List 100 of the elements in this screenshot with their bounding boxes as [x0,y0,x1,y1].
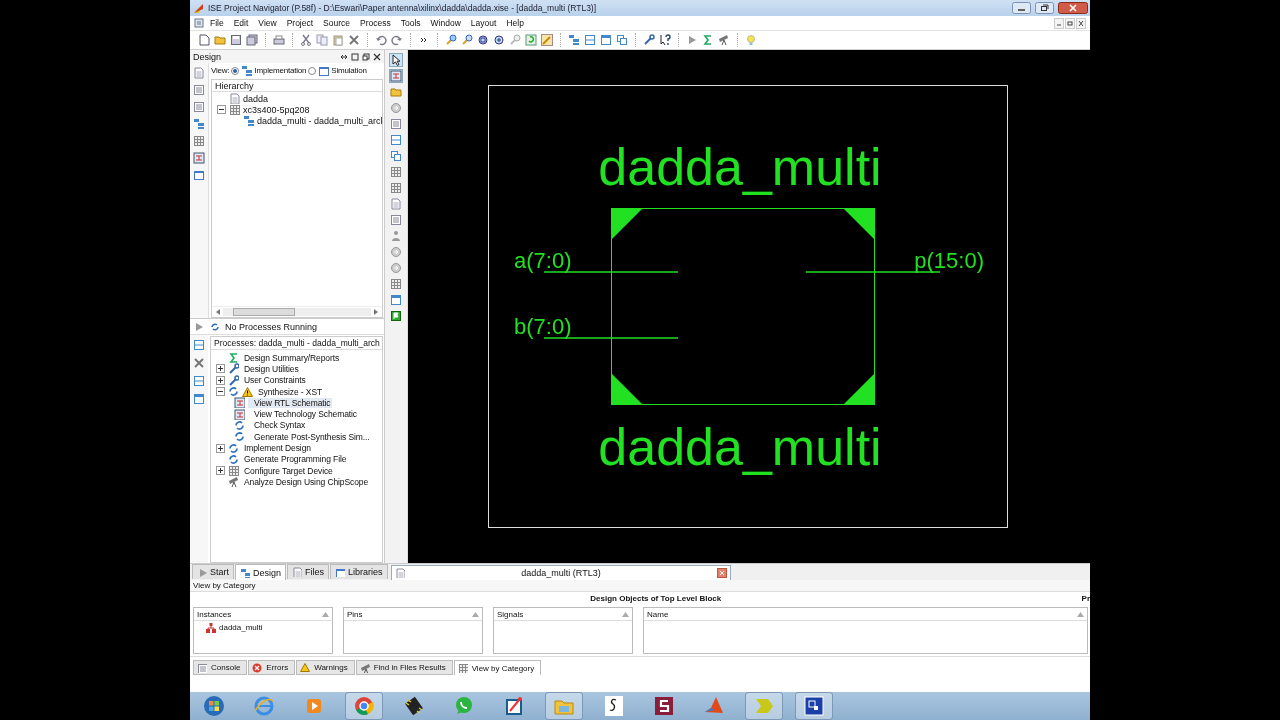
circle-arrow-icon[interactable] [390,262,402,274]
minimize-icon[interactable] [1012,2,1031,14]
list-item[interactable]: dadda_multi [219,623,263,632]
grid-icon[interactable] [390,278,402,290]
pan-icon[interactable] [509,34,521,46]
radio-button[interactable] [231,66,240,75]
copy-icon[interactable] [316,34,328,46]
console-tab[interactable]: Warnings [296,660,355,675]
app-icon[interactable] [653,695,675,717]
split-icon[interactable] [584,34,596,46]
column-header[interactable]: Instances [197,609,322,619]
tree-item[interactable]: Configure Target Device [242,465,335,476]
drawing-icon[interactable] [503,695,525,717]
tree-item[interactable]: View RTL Schematic [248,397,333,408]
window-icon[interactable] [600,34,612,46]
sort-icon[interactable] [1077,611,1084,617]
zoom-in-icon[interactable] [445,34,457,46]
document-tab[interactable]: dadda_multi (RTL3) [391,565,731,580]
horizontal-scrollbar[interactable] [212,306,382,317]
maximize-icon[interactable] [351,52,359,61]
menu-item[interactable]: Project [282,18,318,28]
close-icon[interactable] [1058,2,1088,14]
radio-button[interactable] [308,66,317,75]
document-menu-icon[interactable] [194,18,204,28]
zoom-area-icon[interactable] [493,34,505,46]
window-icon[interactable] [390,294,402,306]
panel-tab[interactable]: Design [235,564,287,580]
list-icon[interactable] [390,214,402,226]
minimize-icon[interactable] [1054,17,1064,29]
expand-icon[interactable] [216,443,225,453]
circle-arrow-icon[interactable] [390,246,402,258]
tree-item[interactable]: dadda [243,93,269,104]
column-header[interactable]: Pins [347,609,472,619]
print-icon[interactable] [273,34,285,46]
circle-arrow-icon[interactable] [390,102,402,114]
app-icon[interactable] [803,695,825,717]
telescope-icon[interactable] [718,34,730,46]
tree-item[interactable]: Analyze Design Using ChipScope [242,476,371,487]
tree-item[interactable]: dadda_multi - dadda_multi_arcl [257,115,382,126]
split-icon[interactable] [390,134,402,146]
pencil-icon[interactable] [541,34,553,46]
undo-icon[interactable] [375,34,387,46]
menu-item[interactable]: Source [319,18,355,28]
list-icon[interactable] [193,84,205,96]
grid-icon[interactable] [193,135,205,147]
sigma-icon[interactable] [702,34,714,46]
column-header[interactable]: Name [647,609,1077,619]
view-option[interactable]: Implementation [254,66,307,75]
expand-icon[interactable] [216,466,225,476]
save-all-icon[interactable] [246,34,258,46]
list-icon[interactable] [390,118,402,130]
lightbulb-icon[interactable] [745,34,757,46]
paste-icon[interactable] [332,34,344,46]
split-icon[interactable] [193,375,205,387]
zoom-out-icon[interactable] [461,34,473,46]
table-icon[interactable] [193,169,205,181]
column-header[interactable]: Signals [497,609,622,619]
float-icon[interactable] [362,52,370,61]
help-icon[interactable] [659,34,671,46]
expand-icon[interactable] [216,364,225,374]
panel-tab[interactable]: Start [192,564,234,579]
play-icon[interactable] [686,34,698,46]
expand-icon[interactable] [216,375,225,385]
browser-icon[interactable] [253,695,275,717]
close-icon[interactable] [373,52,381,61]
delete-icon[interactable] [193,357,205,369]
sort-icon[interactable] [322,611,329,617]
play-icon[interactable] [193,320,205,333]
menu-item[interactable]: Layout [466,18,501,28]
menu-item[interactable]: Tools [396,18,425,28]
grid-icon[interactable] [390,166,402,178]
flag-icon[interactable] [390,310,402,322]
schematic-icon[interactable] [390,70,402,82]
menu-item[interactable]: Help [502,18,528,28]
chrome-icon[interactable] [353,695,375,717]
cascade-icon[interactable] [390,150,402,162]
new-file-icon[interactable] [198,34,210,46]
resize-icon[interactable] [340,52,348,61]
menu-item[interactable]: Process [356,18,395,28]
refresh-icon[interactable] [525,34,537,46]
console-tab[interactable]: View by Category [453,660,542,675]
app-icon[interactable] [603,695,625,717]
left-arrow-icon[interactable] [215,308,221,316]
zoom-fit-icon[interactable] [477,34,489,46]
menu-item[interactable]: Edit [229,18,253,28]
right-arrow-icon[interactable] [373,308,379,316]
menu-item[interactable]: View [254,18,281,28]
chat-icon[interactable] [453,695,475,717]
person-icon[interactable] [390,230,402,242]
tree-item[interactable]: Design Summary/Reports [242,352,342,363]
restore-icon[interactable] [1035,2,1054,14]
document-icon[interactable] [193,67,205,79]
sort-icon[interactable] [622,611,629,617]
tree-item[interactable]: Generate Programming File [242,454,349,465]
split-icon[interactable] [193,339,205,351]
list-icon[interactable] [193,101,205,113]
tree-item[interactable]: Implement Design [242,443,313,453]
console-tab[interactable]: Errors [248,660,296,675]
cascade-icon[interactable] [616,34,628,46]
tree-item[interactable]: Design Utilities [242,363,301,374]
